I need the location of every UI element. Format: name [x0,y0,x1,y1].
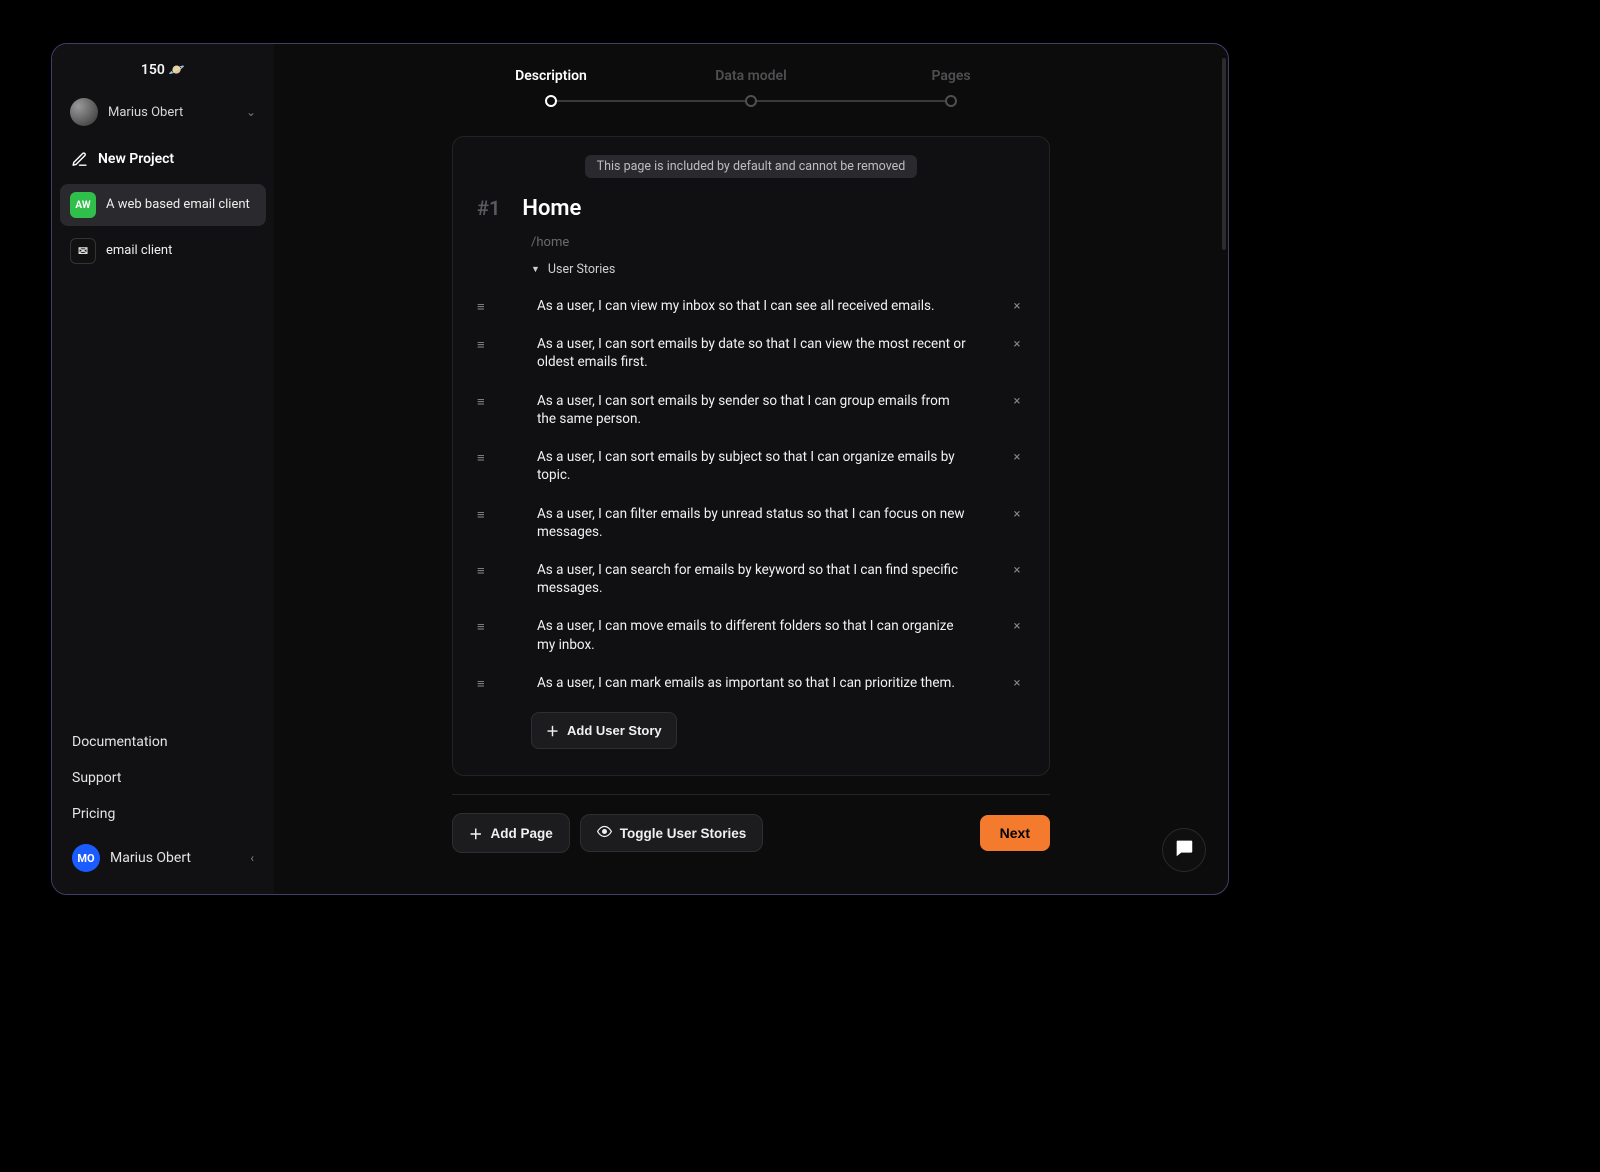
workspace-switcher[interactable]: Marius Obert ⌄ [60,90,266,134]
remove-story-button[interactable]: × [1009,297,1025,314]
sidebar-link-pricing[interactable]: Pricing [66,798,260,830]
user-story-row: ≡ As a user, I can move emails to differ… [475,617,1027,653]
sidebar-bottom: Documentation Support Pricing MO Marius … [60,722,266,882]
remove-story-button[interactable]: × [1009,335,1025,352]
credits-amount: 150 [141,62,165,78]
add-page-label: Add Page [491,826,553,841]
user-story-text[interactable]: As a user, I can filter emails by unread… [513,505,991,541]
app-window: 150 🪐 Marius Obert ⌄ New Project AW A we… [51,43,1229,895]
default-page-notice: This page is included by default and can… [585,155,918,178]
project-label: A web based email client [106,197,250,213]
project-badge: ✉ [70,238,96,264]
workspace-name: Marius Obert [108,105,236,120]
user-story-row: ≡ As a user, I can sort emails by sender… [475,392,1027,428]
sidebar: 150 🪐 Marius Obert ⌄ New Project AW A we… [52,44,274,894]
stepper: Description Data model Pages [306,68,1196,108]
user-stories-header: User Stories [548,262,615,277]
drag-handle-icon[interactable]: ≡ [477,335,495,353]
step-label: Description [515,68,587,94]
chat-icon [1173,837,1195,863]
add-user-story-button[interactable]: ＋ Add User Story [531,712,677,749]
new-project-label: New Project [98,151,174,167]
drag-handle-icon[interactable]: ≡ [477,617,495,635]
step-indicator [945,95,957,107]
step-label: Data model [715,68,786,94]
page-card: This page is included by default and can… [452,136,1050,776]
page-title: Home [522,196,581,221]
user-story-row: ≡ As a user, I can filter emails by unre… [475,505,1027,541]
step-indicator [745,95,757,107]
user-story-row: ≡ As a user, I can search for emails by … [475,561,1027,597]
credits-icon: 🪐 [169,63,185,78]
sidebar-link-documentation[interactable]: Documentation [66,726,260,758]
remove-story-button[interactable]: × [1009,674,1025,691]
user-story-text[interactable]: As a user, I can sort emails by date so … [513,335,991,371]
page-path: /home [475,225,1027,262]
project-badge: AW [70,192,96,218]
edit-icon [70,150,88,168]
page-number: #1 [477,196,500,220]
step-indicator [545,95,557,107]
user-story-text[interactable]: As a user, I can view my inbox so that I… [513,297,991,315]
user-story-list: ≡ As a user, I can view my inbox so that… [475,289,1027,692]
drag-handle-icon[interactable]: ≡ [477,505,495,523]
new-project-button[interactable]: New Project [60,140,266,180]
drag-handle-icon[interactable]: ≡ [477,674,495,692]
bottom-action-bar: ＋ Add Page Toggle User Stories Next [452,794,1050,853]
project-item[interactable]: ✉ email client [60,230,266,272]
remove-story-button[interactable]: × [1009,561,1025,578]
next-button[interactable]: Next [980,815,1050,851]
eye-icon [597,824,612,842]
step-data-model[interactable]: Data model [651,68,851,108]
drag-handle-icon[interactable]: ≡ [477,448,495,466]
page-header: #1 Home [475,192,1027,225]
remove-story-button[interactable]: × [1009,617,1025,634]
drag-handle-icon[interactable]: ≡ [477,297,495,315]
user-story-row: ≡ As a user, I can mark emails as import… [475,674,1027,692]
chat-fab[interactable] [1162,828,1206,872]
toggle-user-stories-button[interactable]: Toggle User Stories [580,814,764,852]
drag-handle-icon[interactable]: ≡ [477,561,495,579]
remove-story-button[interactable]: × [1009,392,1025,409]
sidebar-link-support[interactable]: Support [66,762,260,794]
add-user-story-label: Add User Story [567,723,662,738]
step-rail [551,100,751,102]
plus-icon: ＋ [546,721,559,740]
step-description[interactable]: Description [451,68,651,108]
account-avatar: MO [72,844,100,872]
remove-story-button[interactable]: × [1009,448,1025,465]
add-page-button[interactable]: ＋ Add Page [452,813,570,853]
step-pages[interactable]: Pages [851,68,1051,108]
user-story-row: ≡ As a user, I can sort emails by subjec… [475,448,1027,484]
step-label: Pages [931,68,970,94]
account-name: Marius Obert [110,850,240,866]
step-rail [751,100,951,102]
user-stories-toggle[interactable]: ▼ User Stories [475,262,1027,289]
scrollbar[interactable] [1222,58,1226,250]
project-item[interactable]: AW A web based email client [60,184,266,226]
user-story-row: ≡ As a user, I can sort emails by date s… [475,335,1027,371]
user-story-text[interactable]: As a user, I can move emails to differen… [513,617,991,653]
user-story-text[interactable]: As a user, I can sort emails by subject … [513,448,991,484]
project-list: AW A web based email client ✉ email clie… [60,184,266,272]
remove-story-button[interactable]: × [1009,505,1025,522]
project-label: email client [106,243,172,259]
credits-counter[interactable]: 150 🪐 [60,56,266,90]
main-content: Description Data model Pages [274,44,1228,894]
toggle-user-stories-label: Toggle User Stories [620,826,747,841]
caret-down-icon: ▼ [531,264,540,275]
user-story-text[interactable]: As a user, I can search for emails by ke… [513,561,991,597]
chevron-left-icon: ‹ [250,851,254,865]
user-story-text[interactable]: As a user, I can sort emails by sender s… [513,392,991,428]
drag-handle-icon[interactable]: ≡ [477,392,495,410]
user-story-text[interactable]: As a user, I can mark emails as importan… [513,674,991,692]
chevron-down-icon: ⌄ [246,105,256,119]
workspace-avatar [70,98,98,126]
user-story-row: ≡ As a user, I can view my inbox so that… [475,297,1027,315]
account-menu[interactable]: MO Marius Obert ‹ [66,834,260,878]
plus-icon: ＋ [469,823,483,843]
